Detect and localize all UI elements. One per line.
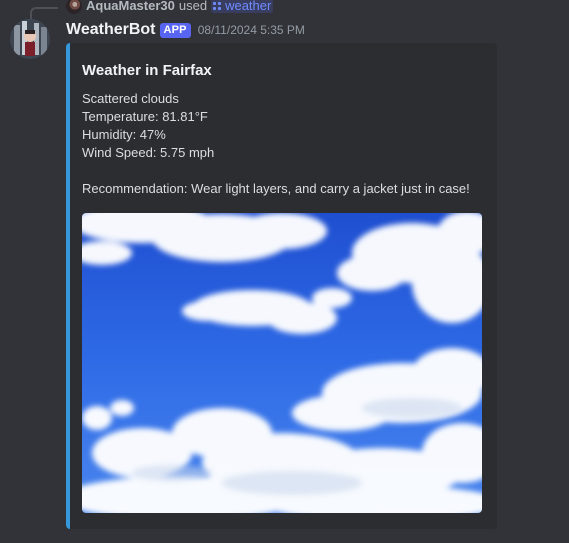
temperature-line: Temperature: 81.81°F xyxy=(82,109,208,124)
embed-title: Weather in Fairfax xyxy=(82,62,212,79)
slash-command-icon xyxy=(213,1,222,11)
recommendation-line: Recommendation: Wear light layers, and c… xyxy=(82,181,470,196)
message-header: WeatherBot APP 08/11/2024 5:35 PM xyxy=(66,20,305,40)
command-user-avatar[interactable] xyxy=(66,0,82,14)
humidity-line: Humidity: 47% xyxy=(82,127,166,142)
command-reference[interactable]: AquaMaster30 used weather xyxy=(66,0,274,14)
chat-message-area: AquaMaster30 used weather WeatherBot APP… xyxy=(0,0,569,543)
command-name: weather xyxy=(225,0,272,13)
sky-clouds-image[interactable] xyxy=(82,213,482,513)
app-badge: APP xyxy=(159,22,191,38)
command-used-text: used xyxy=(178,0,208,13)
message-timestamp[interactable]: 08/11/2024 5:35 PM xyxy=(198,23,305,37)
command-link[interactable]: weather xyxy=(211,0,274,13)
bot-name[interactable]: WeatherBot xyxy=(66,21,156,39)
weather-embed: Weather in Fairfax Scattered clouds Temp… xyxy=(66,43,497,529)
command-user-name[interactable]: AquaMaster30 xyxy=(86,0,175,13)
embed-accent-bar xyxy=(66,43,70,529)
embed-description: Scattered clouds Temperature: 81.81°F Hu… xyxy=(82,90,470,198)
bot-avatar[interactable] xyxy=(10,19,50,59)
wind-speed-line: Wind Speed: 5.75 mph xyxy=(82,145,215,160)
weather-condition: Scattered clouds xyxy=(82,91,179,106)
